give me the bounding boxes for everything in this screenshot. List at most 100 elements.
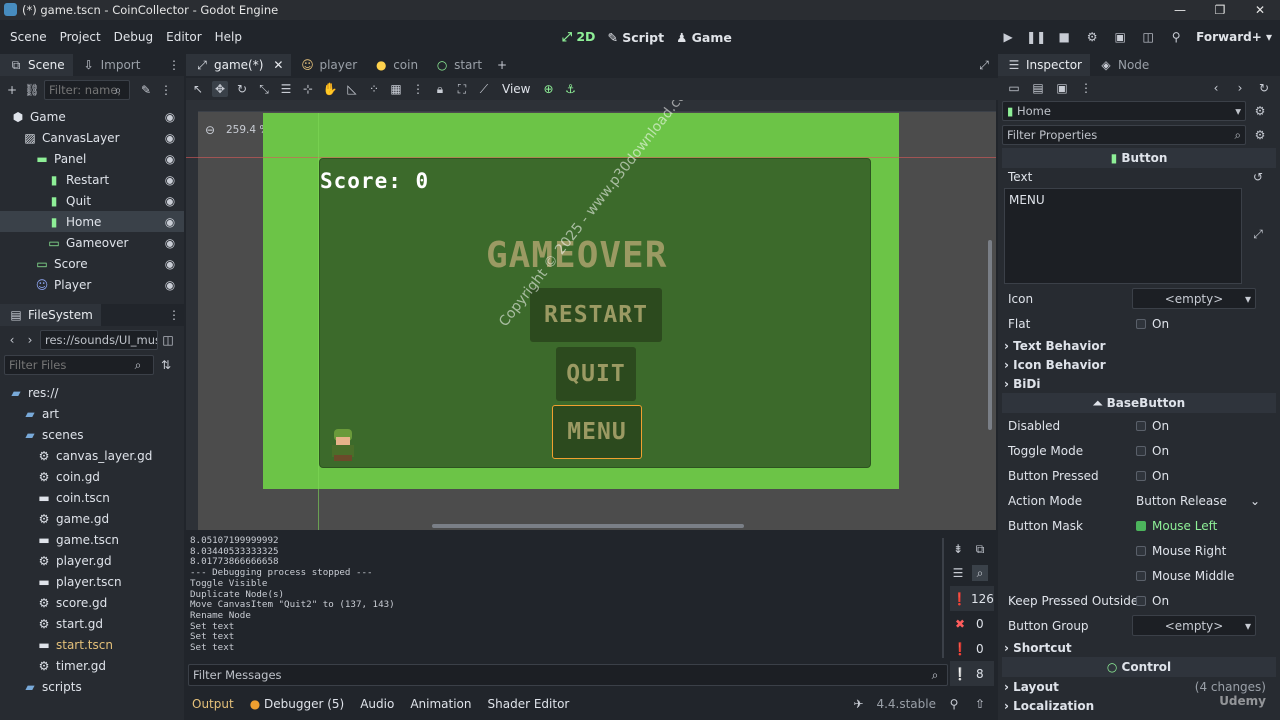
group-bidi[interactable]: › BiDi (998, 374, 1280, 393)
action-mode-select[interactable]: Button Release ⌄ (1136, 494, 1260, 508)
quit-button[interactable]: QUIT (556, 347, 636, 401)
keep-pressed-checkbox[interactable] (1136, 595, 1146, 606)
workspace-game[interactable]: ♟ Game (676, 30, 732, 45)
tab-inspector[interactable]: ☰ Inspector (998, 54, 1090, 76)
editor-tab-4[interactable]: ○ start (426, 54, 490, 76)
collapse-icon[interactable]: ☰ (950, 565, 966, 581)
move-tool-icon[interactable]: ✥ (212, 81, 228, 97)
new-resource-icon[interactable]: ▭ (1006, 80, 1022, 96)
section-button[interactable]: ▮ Button (1002, 148, 1276, 168)
attach-script-icon[interactable]: ✎ (138, 82, 154, 98)
history-icon[interactable]: ↻ (1256, 80, 1272, 96)
file-item[interactable]: ⚙ game.gd (0, 508, 184, 529)
file-item[interactable]: ▰ art (0, 403, 184, 424)
mouse-left-checkbox[interactable] (1136, 520, 1146, 531)
score-label[interactable]: Score: 0 (320, 169, 429, 193)
path-field[interactable]: res://sounds/UI_music (40, 330, 158, 350)
file-item[interactable]: ⚙ timer.gd (0, 655, 184, 676)
copy-log-icon[interactable]: ⧉ (972, 541, 988, 557)
tab-scene[interactable]: ⧉ Scene (0, 54, 73, 76)
tab-node[interactable]: ◈ Node (1090, 54, 1157, 76)
rotate-tool-icon[interactable]: ↻ (234, 81, 250, 97)
scene-menu-icon[interactable]: ⋮ (158, 82, 174, 98)
remote-debug-icon[interactable]: ⚙ (1084, 29, 1100, 45)
scene-node-home[interactable]: ▮ Home ◉ (0, 211, 184, 232)
player-sprite[interactable] (326, 427, 360, 463)
new-scene-tab-icon[interactable]: + (494, 57, 510, 73)
anchor-icon[interactable]: ⚓︎ (562, 81, 578, 97)
log-scrollbar[interactable] (942, 538, 944, 658)
menu-button[interactable]: MENU (552, 405, 642, 459)
object-selector[interactable]: ▮ Home ▾ (1002, 101, 1246, 121)
file-item[interactable]: ⚙ coin.gd (0, 466, 184, 487)
bone-icon[interactable]: ⟋ (476, 81, 492, 97)
visibility-icon[interactable]: ◉ (162, 256, 178, 272)
menu-editor[interactable]: Editor (166, 30, 202, 44)
scene-node-restart[interactable]: ▮ Restart ◉ (0, 169, 184, 190)
file-item[interactable]: ▬ game.tscn (0, 529, 184, 550)
editor-tab-3[interactable]: ● coin (365, 54, 426, 76)
play-custom-icon[interactable]: ◫ (1140, 29, 1156, 45)
expand-panel-icon[interactable]: ⇧ (972, 696, 988, 712)
play-scene-icon[interactable]: ▣ (1112, 29, 1128, 45)
filter-properties-input[interactable]: Filter Properties ⌕ (1002, 125, 1246, 145)
tab-filesystem[interactable]: ▤ FileSystem (0, 304, 101, 326)
pin-icon[interactable]: ⚲ (946, 696, 962, 712)
visibility-icon[interactable]: ◉ (162, 235, 178, 251)
text-edit[interactable]: MENU (1004, 188, 1242, 284)
property-options-icon[interactable]: ⚙ (1252, 127, 1268, 143)
section-basebutton[interactable]: ⏶ BaseButton (1002, 393, 1276, 413)
file-item[interactable]: ⚙ score.gd (0, 592, 184, 613)
history-back-icon[interactable]: ‹ (1208, 80, 1224, 96)
flat-checkbox[interactable] (1136, 318, 1146, 329)
mouse-right-checkbox[interactable] (1136, 545, 1146, 556)
maximize-button[interactable]: ❐ (1200, 0, 1240, 20)
tab-shader-editor[interactable]: Shader Editor (488, 697, 570, 711)
scale-tool-icon[interactable]: ⤡ (256, 81, 272, 97)
group-icon-behavior[interactable]: › Icon Behavior (998, 355, 1280, 374)
filter-search-icon[interactable]: ⌕ (110, 82, 126, 98)
revert-icon[interactable]: ↺ (1250, 169, 1266, 185)
file-item[interactable]: ▬ start.tscn (0, 634, 184, 655)
editor-tab-2[interactable]: ☺ player (291, 54, 365, 76)
view-menu[interactable]: View (502, 82, 530, 96)
file-item[interactable]: ▰ scripts (0, 676, 184, 697)
forward-icon[interactable]: › (22, 332, 38, 348)
tab-animation[interactable]: Animation (410, 697, 471, 711)
close-window-button[interactable]: ✕ (1240, 0, 1280, 20)
group-shortcut[interactable]: › Shortcut (998, 638, 1280, 657)
editor-tab-1[interactable]: ⤢ game(*) ✕ (186, 54, 292, 76)
renderer-select[interactable]: Forward+ ▾ (1196, 30, 1272, 44)
file-item[interactable]: ▬ coin.tscn (0, 487, 184, 508)
anchor-preset-icon[interactable]: ⊕ (540, 81, 556, 97)
zoom-out-icon[interactable]: ⊖ (202, 122, 218, 138)
workspace-script[interactable]: ✎ Script (607, 30, 664, 45)
tab-audio[interactable]: Audio (360, 697, 394, 711)
minimize-button[interactable]: — (1160, 0, 1200, 20)
file-item[interactable]: ⚙ start.gd (0, 613, 184, 634)
visibility-icon[interactable]: ◉ (162, 130, 178, 146)
movie-icon[interactable]: ⚲ (1168, 29, 1184, 45)
menu-scene[interactable]: Scene (10, 30, 47, 44)
grid-snap-icon[interactable]: ▦ (388, 81, 404, 97)
search-log-icon[interactable]: ⌕ (972, 565, 988, 581)
back-icon[interactable]: ‹ (4, 332, 20, 348)
group-icon[interactable]: ⛶ (454, 81, 470, 97)
warnings-filter[interactable]: ❗ 0 (950, 636, 994, 661)
pause-icon[interactable]: ❚❚ (1026, 29, 1046, 45)
visibility-icon[interactable]: ◉ (162, 193, 178, 209)
section-control[interactable]: ○ Control (1002, 657, 1276, 677)
pivot-tool-icon[interactable]: ⊹ (300, 81, 316, 97)
object-properties-icon[interactable]: ⚙ (1252, 103, 1268, 119)
scene-node-gameover[interactable]: ▭ Gameover ◉ (0, 232, 184, 253)
smart-snap-icon[interactable]: ⁘ (366, 81, 382, 97)
tab-debugger[interactable]: ● Debugger (5) (250, 697, 345, 711)
toggle-mode-checkbox[interactable] (1136, 445, 1146, 456)
menu-debug[interactable]: Debug (114, 30, 153, 44)
stop-icon[interactable]: ■ (1056, 29, 1072, 45)
mouse-middle-checkbox[interactable] (1136, 570, 1146, 581)
scene-node-game[interactable]: ⬢ Game ◉ (0, 106, 184, 127)
workspace-2d[interactable]: ⤢ 2D (562, 29, 595, 45)
lock-icon[interactable]: 🔒︎ (432, 81, 448, 97)
list-select-icon[interactable]: ☰ (278, 81, 294, 97)
